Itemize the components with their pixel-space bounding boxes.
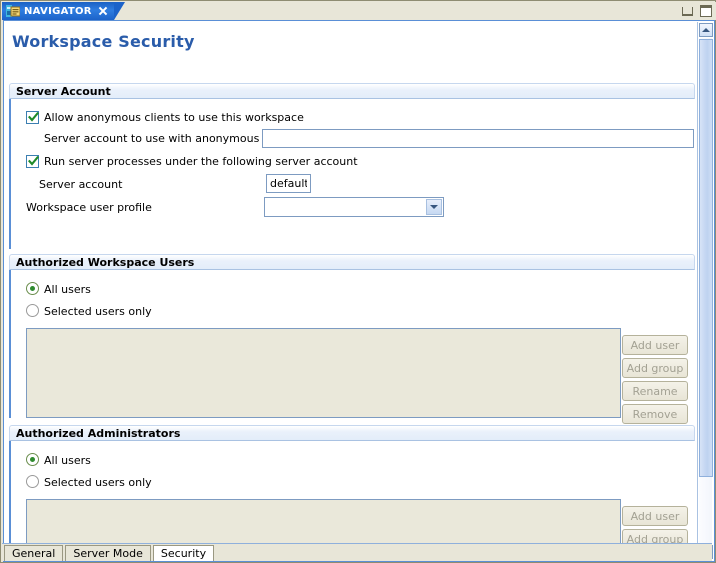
page-title: Workspace Security (12, 32, 195, 51)
scroll-up-icon[interactable] (699, 23, 713, 37)
view-client-area: Workspace Security Server Account Allow … (3, 20, 715, 562)
workspace-user-profile-combo[interactable] (264, 197, 444, 217)
radio-admins-all[interactable] (26, 453, 39, 466)
section-rule (9, 270, 11, 418)
authorized-users-list[interactable] (26, 328, 621, 418)
check-icon (28, 155, 39, 167)
section-body-authorized-administrators: All users Selected users only Add user A… (9, 441, 695, 543)
section-authorized-administrators: Authorized Administrators All users Sele… (9, 425, 695, 543)
minimize-icon[interactable] (682, 7, 693, 16)
tab-security[interactable]: Security (152, 545, 215, 561)
checkbox-allow-anonymous[interactable] (26, 111, 39, 124)
anon-server-account-input[interactable] (262, 129, 694, 148)
rename-button[interactable]: Rename (622, 381, 688, 401)
label-workspace-user-profile: Workspace user profile (26, 201, 152, 214)
section-authorized-users: Authorized Workspace Users All users Sel… (9, 254, 695, 424)
radio-users-all[interactable] (26, 282, 39, 295)
section-header-server-account: Server Account (9, 83, 695, 99)
section-server-account: Server Account Allow anonymous clients t… (9, 83, 695, 249)
window-frame: NAVIGATOR Workspace Security Server Acco… (0, 0, 716, 563)
check-icon (28, 111, 39, 123)
application-window: NAVIGATOR Workspace Security Server Acco… (0, 0, 716, 563)
section-body-server-account: Allow anonymous clients to use this work… (9, 99, 695, 249)
add-group-button[interactable]: Add group (622, 358, 688, 378)
section-body-authorized-users: All users Selected users only Add user A… (9, 270, 695, 424)
tab-server-mode[interactable]: Server Mode (65, 545, 151, 561)
label-users-selected-only: Selected users only (44, 305, 152, 318)
navigator-icon (6, 5, 21, 17)
label-run-under-server-account: Run server processes under the following… (44, 155, 358, 168)
vertical-scrollbar[interactable] (697, 22, 713, 560)
close-icon[interactable] (98, 6, 108, 16)
checkbox-run-under-server-account[interactable] (26, 155, 39, 168)
tab-general[interactable]: General (4, 545, 64, 561)
add-user-button[interactable]: Add user (622, 335, 688, 355)
admin-add-group-button[interactable]: Add group (622, 529, 688, 543)
bottom-tab-bar: General Server Mode Security (2, 543, 712, 561)
radio-admins-selected-only[interactable] (26, 475, 39, 488)
label-allow-anonymous: Allow anonymous clients to use this work… (44, 111, 304, 124)
label-server-account: Server account (39, 178, 123, 191)
admin-add-user-button[interactable]: Add user (622, 506, 688, 526)
view-tab-bar: NAVIGATOR (2, 2, 716, 20)
label-users-all: All users (44, 283, 91, 296)
maximize-icon[interactable] (700, 5, 712, 17)
authorized-admins-list[interactable] (26, 499, 621, 543)
remove-button[interactable]: Remove (622, 404, 688, 424)
window-buttons (682, 5, 712, 17)
section-header-authorized-users: Authorized Workspace Users (9, 254, 695, 270)
label-admins-all: All users (44, 454, 91, 467)
label-anon-server-account: Server account to use with anonymous cli… (44, 132, 299, 145)
section-rule (9, 99, 11, 249)
security-page: Workspace Security Server Account Allow … (4, 21, 698, 543)
view-tab-label: NAVIGATOR (24, 5, 92, 17)
section-rule (9, 441, 11, 543)
section-header-authorized-administrators: Authorized Administrators (9, 425, 695, 441)
radio-users-selected-only[interactable] (26, 304, 39, 317)
label-admins-selected-only: Selected users only (44, 476, 152, 489)
chevron-down-icon[interactable] (426, 199, 442, 215)
server-account-input[interactable] (266, 174, 311, 193)
view-tab-navigator[interactable]: NAVIGATOR (2, 2, 125, 20)
scrollbar-thumb[interactable] (699, 39, 713, 477)
